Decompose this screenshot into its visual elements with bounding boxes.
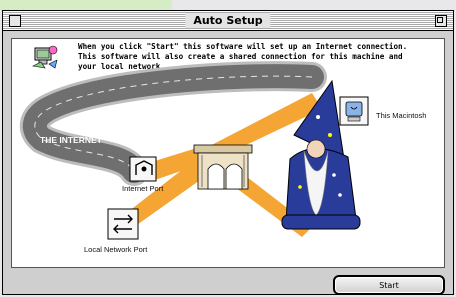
content-panel: When you click "Start" this software wil… xyxy=(11,38,445,268)
background-strip xyxy=(0,0,172,10)
internet-port-label: Internet Port xyxy=(122,184,164,193)
start-button[interactable]: Start xyxy=(333,275,445,295)
macintosh-icon xyxy=(339,96,369,126)
local-network-port-label: Local Network Port xyxy=(84,245,148,254)
close-box[interactable] xyxy=(9,15,21,27)
internet-port-icon xyxy=(129,156,157,182)
local-network-port-icon xyxy=(107,208,139,240)
internet-label: THE INTERNET xyxy=(40,135,102,145)
window-title: Auto Setup xyxy=(185,13,271,28)
title-bar[interactable]: Auto Setup xyxy=(3,11,453,31)
auto-setup-window: Auto Setup When you click "Start" this s… xyxy=(2,10,454,295)
network-diagram xyxy=(19,61,369,240)
zoom-box[interactable] xyxy=(435,15,447,27)
gateway-arch-icon xyxy=(193,144,253,190)
this-macintosh-label: This Macintosh xyxy=(376,111,427,120)
